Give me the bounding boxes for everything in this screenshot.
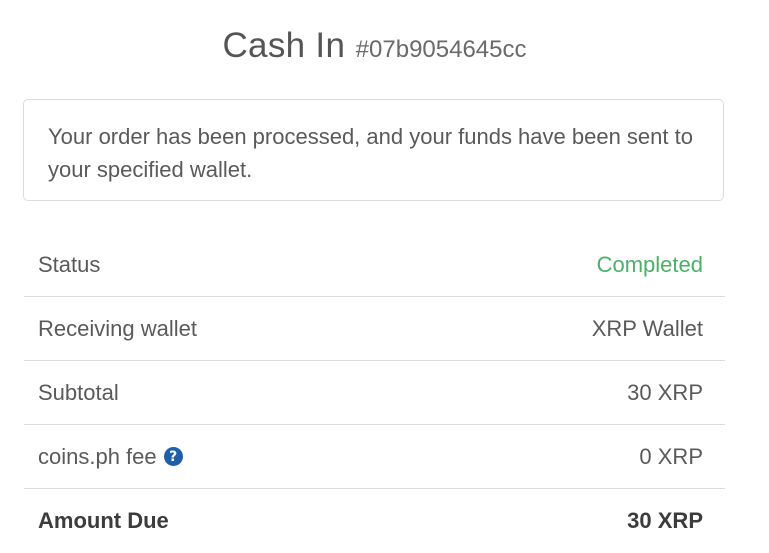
fee-label: coins.ph fee [38, 443, 157, 469]
subtotal-value: 30 XRP [627, 379, 703, 405]
subtotal-label: Subtotal [38, 379, 119, 405]
order-notice: Your order has been processed, and your … [23, 99, 724, 201]
order-reference: #07b9054645cc [355, 36, 527, 63]
detail-row-fee: coins.ph fee ? 0 XRP [24, 425, 725, 489]
question-circle-icon[interactable]: ? [163, 447, 183, 466]
page-title: Cash In #07b9054645cc [0, 26, 749, 66]
order-notice-text: Your order has been processed, and your … [48, 124, 693, 182]
detail-row-receiving-wallet: Receiving wallet XRP Wallet [24, 297, 725, 361]
fee-value: 0 XRP [639, 443, 703, 469]
detail-row-subtotal: Subtotal 30 XRP [24, 361, 725, 425]
receiving-wallet-value: XRP Wallet [591, 315, 703, 341]
amount-due-label: Amount Due [38, 508, 169, 533]
amount-due-value: 30 XRP [627, 508, 703, 533]
receiving-wallet-label: Receiving wallet [38, 315, 197, 341]
detail-row-amount-due: Amount Due 30 XRP [24, 489, 725, 553]
page-title-text: Cash In [222, 26, 346, 65]
detail-row-status: Status Completed [24, 233, 725, 297]
status-label: Status [38, 251, 101, 277]
status-value: Completed [596, 251, 703, 277]
order-details-table: Status Completed Receiving wallet XRP Wa… [24, 233, 725, 553]
fee-label-group: coins.ph fee ? [38, 444, 183, 470]
